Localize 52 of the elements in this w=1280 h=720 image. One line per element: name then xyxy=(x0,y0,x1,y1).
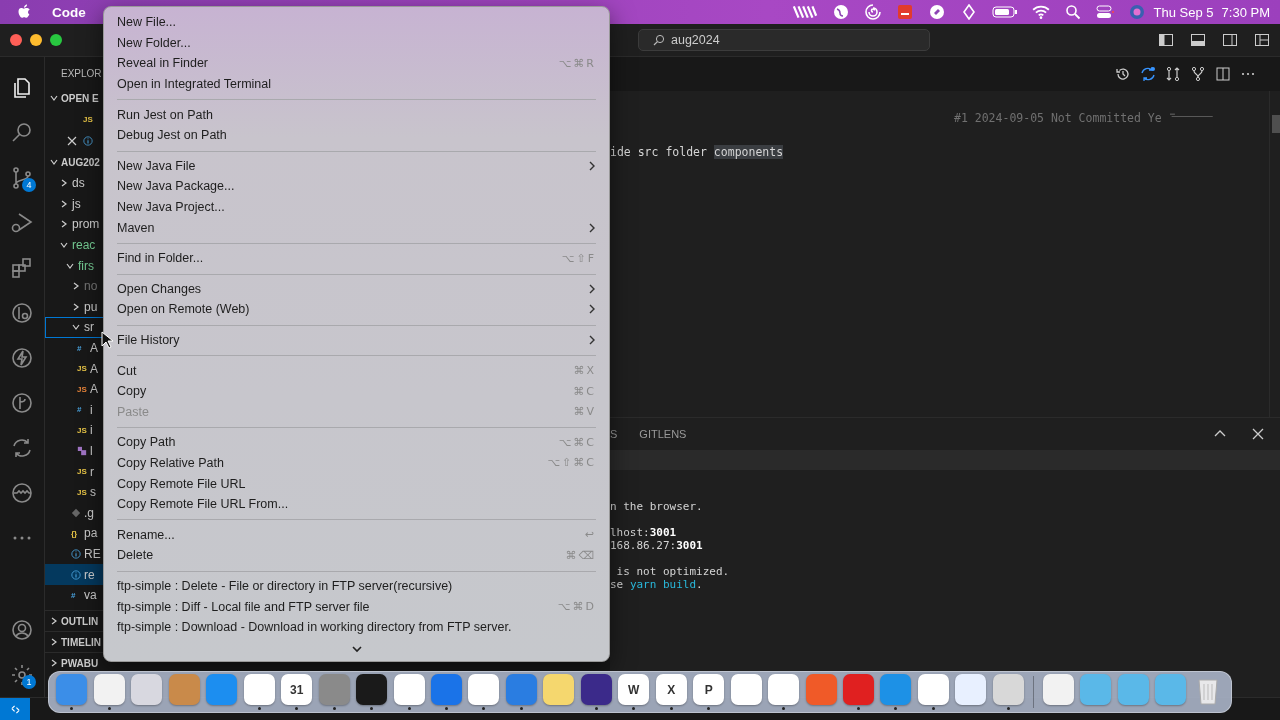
file-name: r xyxy=(90,464,94,479)
folder-name: no xyxy=(84,279,98,294)
shortcut-text: ⌥⇧⌘C xyxy=(547,456,596,470)
hash-file-icon: # xyxy=(71,590,81,600)
js-file-icon: JS xyxy=(77,425,87,435)
file-name: .g xyxy=(84,505,94,520)
folder-name: sr xyxy=(84,320,94,335)
file-name: i xyxy=(90,402,93,417)
shortcut-text: ↩ xyxy=(584,528,596,542)
shortcut-text: ⌥⌘D xyxy=(557,600,596,614)
blame-annotation: #1 2024-09-05 Not Committed Ye xyxy=(953,111,1162,127)
terminal-line: n the browser. xyxy=(610,500,703,513)
explorer-title: EXPLOR xyxy=(60,67,102,81)
file-name: A xyxy=(90,382,98,397)
js-file-icon: JS xyxy=(77,384,87,394)
folder-name: firs xyxy=(78,258,94,273)
js-file-icon: JS xyxy=(83,115,93,124)
file-name: re xyxy=(84,567,95,582)
file-name: A xyxy=(90,361,98,376)
file-name: RE xyxy=(84,547,101,561)
terminal-line: 168.86.27:3001 xyxy=(610,539,703,552)
shortcut-text: ⌥⇧F xyxy=(561,251,596,265)
file-name: l xyxy=(90,444,93,458)
terminal-line: se yarn build. xyxy=(610,578,703,591)
js-file-icon: JS xyxy=(77,487,87,497)
folder-name: ds xyxy=(72,176,85,191)
file-name: A xyxy=(90,341,98,356)
folder-name: reac xyxy=(72,238,96,253)
terminal-line: is not optimized. xyxy=(615,564,730,578)
file-name: va xyxy=(84,588,97,603)
shortcut-text: ⌥⌘R xyxy=(558,57,596,70)
shortcut-text: ⌘⌫ xyxy=(565,548,596,562)
file-name: i xyxy=(90,423,93,438)
folder-name: pu xyxy=(84,299,98,314)
badge-count: 4 xyxy=(22,178,36,192)
hash-file-icon: # xyxy=(77,343,87,353)
folder-name: prom xyxy=(72,217,100,232)
shortcut-text: ⌘V xyxy=(573,405,596,419)
shortcut-text: ⌘C xyxy=(573,384,596,398)
shortcut-text: ⌘X xyxy=(573,364,596,378)
file-name: s xyxy=(90,485,96,500)
terminal-line: lhost:3001 xyxy=(610,525,677,539)
highlighted-code-text: components xyxy=(713,145,784,159)
folder-name: js xyxy=(72,196,81,211)
shortcut-text: ⌥⌘C xyxy=(558,435,596,449)
braces-file-icon: {} xyxy=(71,528,81,538)
code-text: ide src folder xyxy=(610,145,708,159)
file-name: pa xyxy=(84,526,98,541)
js-file-icon: JS xyxy=(77,467,87,477)
badge-count: 1 xyxy=(22,675,36,689)
hash-file-icon: # xyxy=(77,405,87,415)
js-file-icon: JS xyxy=(77,364,87,374)
